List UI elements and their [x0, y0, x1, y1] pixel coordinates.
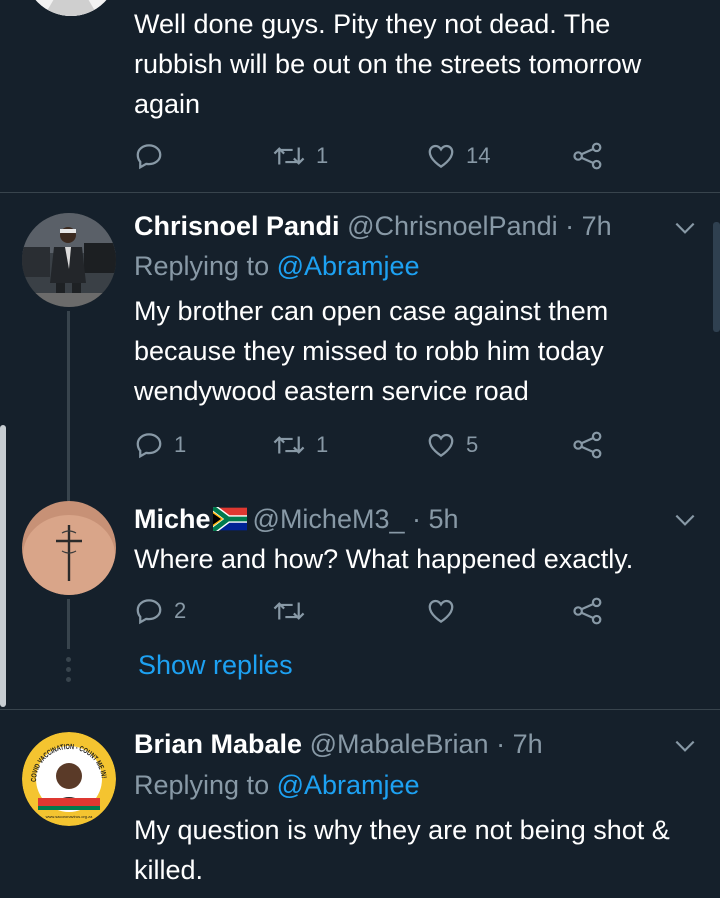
tweet-actions: 1 1 5 [134, 427, 614, 463]
south-africa-flag-icon [210, 504, 247, 539]
avatar[interactable] [22, 0, 120, 18]
reply-button[interactable]: 2 [134, 593, 186, 629]
tweet-text: Well done guys. Pity they not dead. The … [134, 9, 642, 119]
scroll-indicator[interactable] [0, 425, 6, 707]
avatar[interactable]: COVID VACCINATION - COUNT ME IN! www.sac… [22, 732, 116, 826]
share-icon [573, 431, 602, 459]
replying-to: Replying to @Abramjee [134, 249, 420, 283]
username[interactable]: @MabaleBrian [310, 729, 489, 759]
retweet-button[interactable] [272, 593, 316, 629]
tweet-3[interactable]: COVID VACCINATION - COUNT ME IN! www.sac… [0, 710, 720, 898]
chevron-down-icon[interactable] [672, 507, 698, 533]
tweet-text: My question is why they are not being sh… [134, 815, 670, 885]
thread-dots [66, 657, 71, 682]
like-icon [428, 144, 454, 168]
reply-count: 1 [174, 432, 187, 457]
like-icon [428, 433, 454, 457]
timestamp[interactable]: · 5h [412, 504, 459, 534]
display-name[interactable]: Chrisnoel Pandi [134, 211, 340, 241]
thread-line [67, 483, 70, 501]
share-button[interactable] [572, 427, 604, 463]
tweet-actions: 1 14 [134, 138, 614, 174]
like-count: 5 [466, 432, 479, 457]
avatar[interactable] [22, 501, 116, 595]
reply-icon [136, 144, 162, 170]
share-icon [573, 142, 602, 170]
username[interactable]: @ChrisnoelPandi [347, 211, 558, 241]
tweet-text: Where and how? What happened exactly. [134, 544, 634, 574]
scrollbar[interactable] [713, 222, 720, 332]
retweet-count: 1 [316, 143, 329, 168]
share-icon [573, 597, 602, 625]
tweet-1[interactable]: Chrisnoel Pandi @ChrisnoelPandi · 7h Rep… [0, 193, 720, 483]
tweet-actions: 2 [134, 593, 614, 629]
tweet-text: My brother can open case against them be… [134, 296, 609, 406]
tweet-2[interactable]: Miche @MicheM3_ · 5h Where and how? What… [0, 483, 720, 709]
mention-link[interactable]: @Abramjee [277, 251, 420, 281]
username[interactable]: @MicheM3_ [253, 504, 405, 534]
tweet-header: Brian Mabale @MabaleBrian · 7h [134, 727, 543, 761]
reply-button[interactable] [134, 138, 174, 174]
replying-prefix: Replying to [134, 251, 270, 281]
retweet-icon [273, 436, 305, 454]
timestamp[interactable]: · 7h [496, 729, 543, 759]
share-button[interactable] [572, 138, 604, 174]
share-button[interactable] [572, 593, 604, 629]
tweet-header: Chrisnoel Pandi @ChrisnoelPandi · 7h [134, 209, 612, 243]
tweet-0[interactable]: Well done guys. Pity they not dead. The … [0, 0, 720, 192]
thread-line [67, 311, 70, 483]
show-replies-link[interactable]: Show replies [138, 650, 293, 681]
chevron-down-icon[interactable] [672, 215, 698, 241]
display-name[interactable]: Brian Mabale [134, 729, 302, 759]
thread-line [67, 599, 70, 649]
retweet-icon [273, 602, 305, 620]
like-count: 14 [466, 143, 491, 168]
reply-button[interactable]: 1 [134, 427, 186, 463]
replying-prefix: Replying to [134, 770, 270, 800]
like-button[interactable]: 5 [426, 427, 478, 463]
avatar[interactable] [22, 213, 116, 307]
like-button[interactable]: 14 [426, 138, 490, 174]
reply-icon [136, 433, 162, 459]
reply-count: 2 [174, 598, 187, 623]
reply-icon [136, 599, 162, 625]
avatar-footer-text: www.sacoronavirus.org.za [46, 814, 93, 819]
like-icon [428, 599, 454, 623]
replying-to: Replying to @Abramjee [134, 768, 420, 802]
retweet-count: 1 [316, 432, 329, 457]
mention-link[interactable]: @Abramjee [277, 770, 420, 800]
retweet-icon [273, 147, 305, 165]
display-name[interactable]: Miche [134, 504, 211, 534]
retweet-button[interactable]: 1 [272, 427, 328, 463]
tweet-header: Miche @MicheM3_ · 5h [134, 502, 459, 539]
retweet-button[interactable]: 1 [272, 138, 328, 174]
timestamp[interactable]: · 7h [565, 211, 612, 241]
like-button[interactable] [426, 593, 466, 629]
chevron-down-icon[interactable] [672, 733, 698, 759]
